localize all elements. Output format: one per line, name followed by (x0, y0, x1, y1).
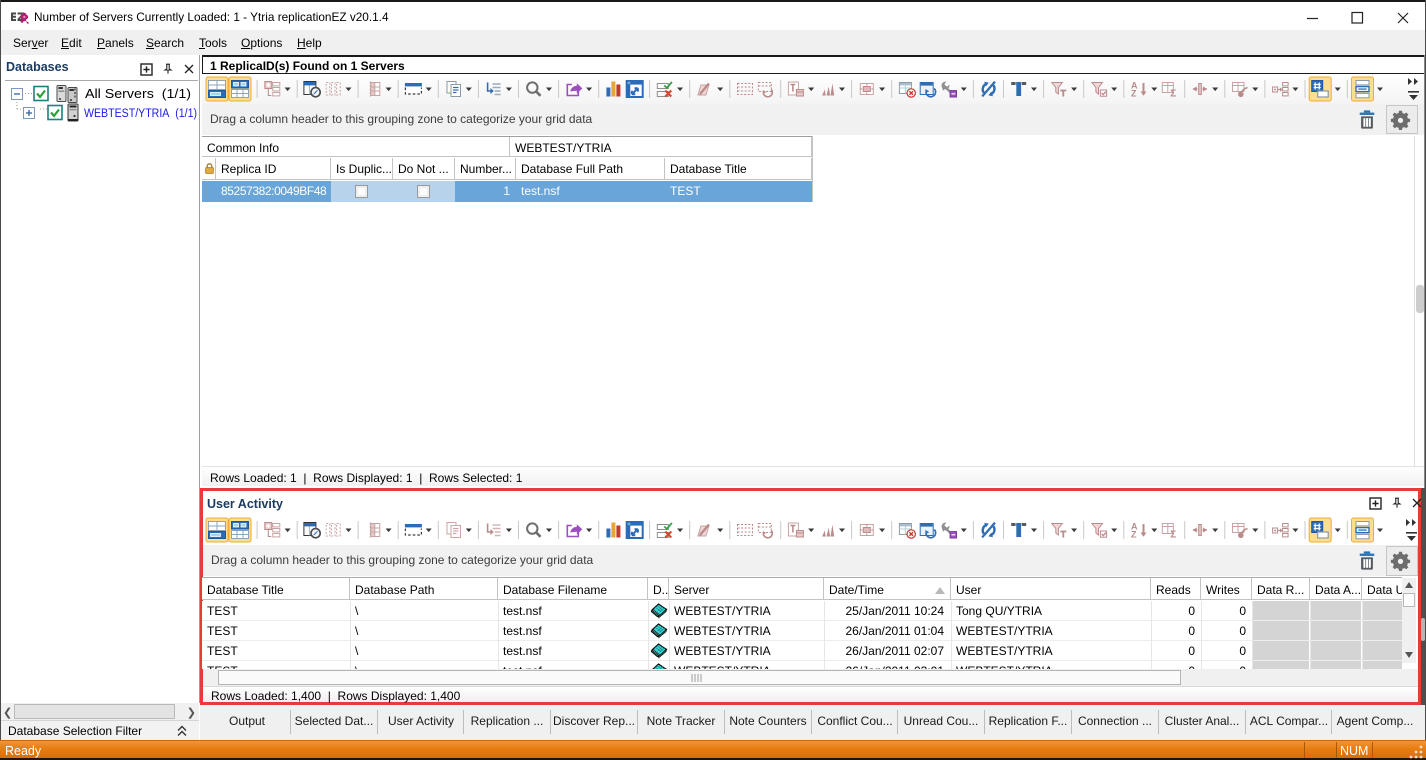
svg-text:WEBTEST/YTRIA (1/1): WEBTEST/YTRIA (1/1) (84, 106, 197, 120)
svg-text:All Servers (1/1): All Servers (1/1) (85, 87, 191, 101)
